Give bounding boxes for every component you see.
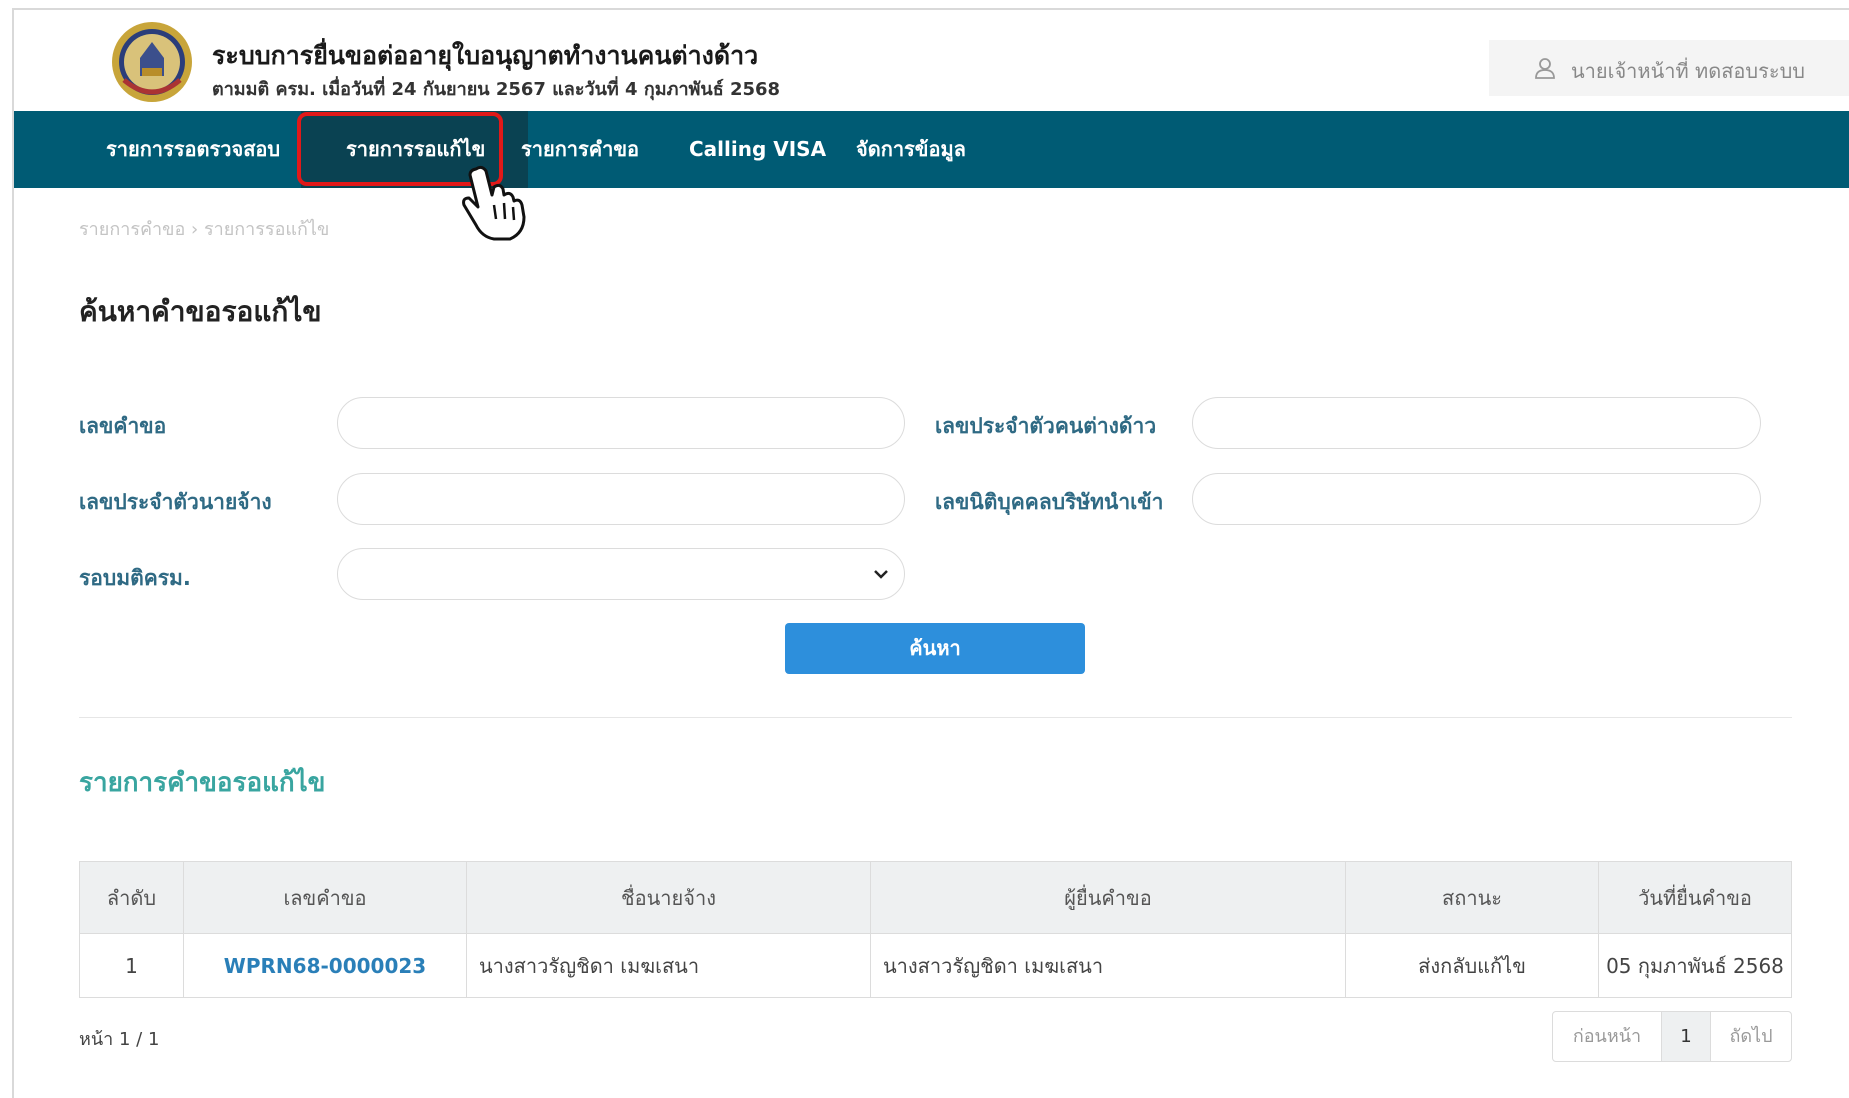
table-header-row: ลำดับ เลขคำขอ ชื่อนายจ้าง ผู้ยื่นคำขอ สถ… — [79, 861, 1792, 934]
employer-id-label: เลขประจำตัวนายจ้าง — [79, 490, 272, 514]
nav-requests[interactable]: รายการคำขอ — [521, 111, 639, 188]
request-no-input[interactable] — [337, 397, 905, 449]
breadcrumb-parent[interactable]: รายการคำขอ — [79, 219, 185, 240]
nav-pending-review[interactable]: รายการรอตรวจสอบ — [106, 111, 280, 188]
company-id-label: เลขนิติบุคคลบริษัทนำเข้า — [935, 490, 1164, 514]
col-request-no: เลขคำขอ — [183, 861, 467, 934]
request-no-link[interactable]: WPRN68-0000023 — [224, 954, 426, 978]
foreigner-id-input[interactable] — [1192, 397, 1761, 449]
nav-data-management[interactable]: จัดการข้อมูล — [856, 111, 966, 188]
department-seal-logo — [112, 22, 192, 102]
breadcrumb: รายการคำขอ › รายการรอแก้ไข — [79, 214, 329, 243]
cell-applicant: นางสาวรัญชิดา เมฆเสนา — [870, 933, 1346, 998]
request-no-label: เลขคำขอ — [79, 414, 167, 438]
page-1-button[interactable]: 1 — [1662, 1012, 1711, 1061]
breadcrumb-current: รายการรอแก้ไข — [203, 219, 330, 240]
page-info: หน้า 1 / 1 — [79, 1029, 160, 1050]
search-button[interactable]: ค้นหา — [785, 623, 1085, 674]
user-menu[interactable]: นายเจ้าหน้าที่ ทดสอบระบบ — [1489, 40, 1849, 96]
nav-calling-visa[interactable]: Calling VISA — [689, 111, 826, 188]
cell-status: ส่งกลับแก้ไข — [1345, 933, 1599, 998]
table-row: 1 WPRN68-0000023 นางสาวรัญชิดา เมฆเสนา น… — [79, 933, 1792, 998]
search-title: ค้นหาคำขอรอแก้ไข — [79, 295, 322, 328]
company-id-input[interactable] — [1192, 473, 1761, 525]
pagination: ก่อนหน้า 1 ถัดไป — [1552, 1011, 1792, 1062]
nav-pending-fix-label: รายการรอแก้ไข — [346, 137, 486, 161]
chevron-down-icon — [874, 570, 888, 579]
employer-id-input[interactable] — [337, 473, 905, 525]
breadcrumb-separator: › — [191, 219, 199, 240]
results-table: ลำดับ เลขคำขอ ชื่อนายจ้าง ผู้ยื่นคำขอ สถ… — [79, 861, 1792, 998]
user-icon — [1535, 58, 1555, 79]
col-status: สถานะ — [1345, 861, 1599, 934]
user-name: นายเจ้าหน้าที่ ทดสอบระบบ — [1571, 59, 1805, 83]
main-nav: รายการรอตรวจสอบ รายการรอแก้ไข รายการคำขอ… — [14, 111, 1849, 188]
app-title: ระบบการยื่นขอต่ออายุใบอนุญาตทำงานคนต่างด… — [212, 41, 759, 70]
results-title: รายการคำขอรอแก้ไข — [79, 768, 326, 798]
app-subtitle: ตามมติ ครม. เมื่อวันที่ 24 กันยายน 2567 … — [212, 79, 781, 100]
next-page-button[interactable]: ถัดไป — [1711, 1012, 1791, 1061]
col-seq: ลำดับ — [79, 861, 184, 934]
col-applicant: ผู้ยื่นคำขอ — [870, 861, 1346, 934]
col-date: วันที่ยื่นคำขอ — [1598, 861, 1792, 934]
cell-request-no: WPRN68-0000023 — [183, 933, 467, 998]
divider — [79, 717, 1792, 718]
cell-date: 05 กุมภาพันธ์ 2568 — [1598, 933, 1792, 998]
prev-page-button[interactable]: ก่อนหน้า — [1553, 1012, 1662, 1061]
cell-seq: 1 — [79, 933, 184, 998]
app-header: ระบบการยื่นขอต่ออายุใบอนุญาตทำงานคนต่างด… — [14, 10, 1849, 111]
cabinet-round-label: รอบมติครม. — [79, 566, 191, 590]
cabinet-round-select[interactable] — [337, 548, 905, 600]
col-employer: ชื่อนายจ้าง — [466, 861, 871, 934]
pointer-hand-icon — [462, 165, 526, 241]
foreigner-id-label: เลขประจำตัวคนต่างด้าว — [935, 414, 1157, 438]
cell-employer: นางสาวรัญชิดา เมฆเสนา — [466, 933, 871, 998]
